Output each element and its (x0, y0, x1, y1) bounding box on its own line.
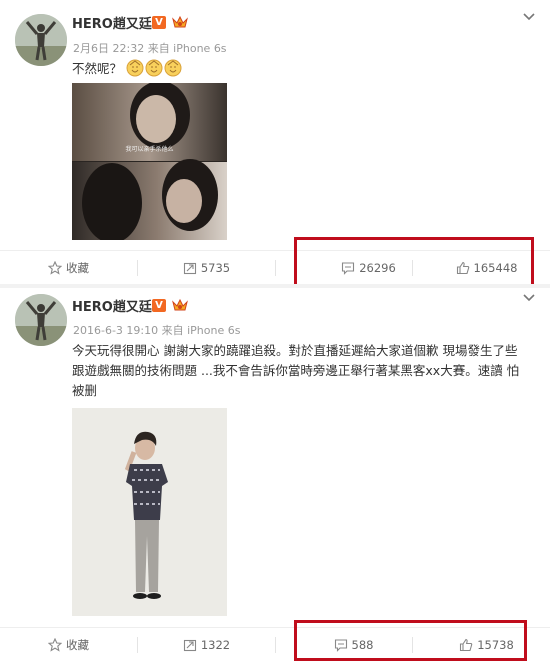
repost-icon (183, 262, 196, 275)
image-subtitle: 我可以亲手杀他么 (125, 146, 174, 153)
author-name[interactable]: HERO趙又廷 (72, 296, 152, 315)
repost-button[interactable]: 5735 (138, 251, 275, 285)
vip-crown-icon (172, 15, 188, 28)
repost-count: 5735 (200, 261, 231, 275)
post-image[interactable]: 我可以亲手杀他么 (72, 83, 227, 240)
bless-face-icon (145, 59, 163, 77)
collect-label: 收藏 (66, 638, 89, 652)
chevron-down-icon[interactable] (522, 293, 536, 303)
repost-icon (183, 639, 196, 652)
star-icon (47, 637, 63, 652)
highlight-box (294, 620, 527, 661)
collect-button[interactable]: 收藏 (0, 628, 137, 662)
collect-label: 收藏 (66, 261, 89, 275)
repost-button[interactable]: 1322 (138, 628, 275, 662)
verified-badge-icon: V (152, 16, 166, 29)
post-text-line: 今天玩得很開心 謝謝大家的蹺躍追殺。對於直播延遲給大家道個歉 現場發生了些 (72, 343, 518, 358)
bless-face-icon (164, 59, 182, 77)
author-name[interactable]: HERO趙又廷 (72, 13, 152, 32)
post-text: 今天玩得很開心 謝謝大家的蹺躍追殺。對於直播延遲給大家道個歉 現場發生了些 跟遊… (72, 341, 540, 401)
weibo-post-1: HERO趙又廷 V 2月6日 22:32 来自 iPhone 6s 不然呢？ 我… (0, 0, 550, 290)
avatar[interactable] (15, 294, 67, 346)
star-icon (47, 260, 63, 275)
post-text-line: 跟遊戲無關的技術問題 ...我不會告訴你當時旁邊正舉行著某黑客xx大賽。速讀 怕 (72, 363, 520, 378)
post-text-body: 不然呢？ (72, 61, 123, 76)
highlight-box (294, 237, 534, 287)
divider (275, 637, 276, 653)
repost-count: 1322 (200, 638, 231, 652)
post-text-line: 被删 (72, 383, 98, 398)
chevron-down-icon[interactable] (522, 12, 536, 22)
weibo-post-2: HERO趙又廷 V 2016-6-3 19:10 来自 iPhone 6s 今天… (0, 288, 550, 663)
avatar[interactable] (15, 14, 67, 66)
collect-button[interactable]: 收藏 (0, 251, 137, 285)
divider (275, 260, 276, 276)
post-timestamp[interactable]: 2016-6-3 19:10 来自 iPhone 6s (73, 322, 240, 338)
post-timestamp[interactable]: 2月6日 22:32 来自 iPhone 6s (73, 40, 227, 56)
verified-badge-icon: V (152, 299, 166, 312)
bless-face-icon (126, 59, 144, 77)
post-image[interactable] (72, 408, 227, 616)
vip-crown-icon (172, 298, 188, 311)
post-text: 不然呢？ (72, 59, 540, 79)
